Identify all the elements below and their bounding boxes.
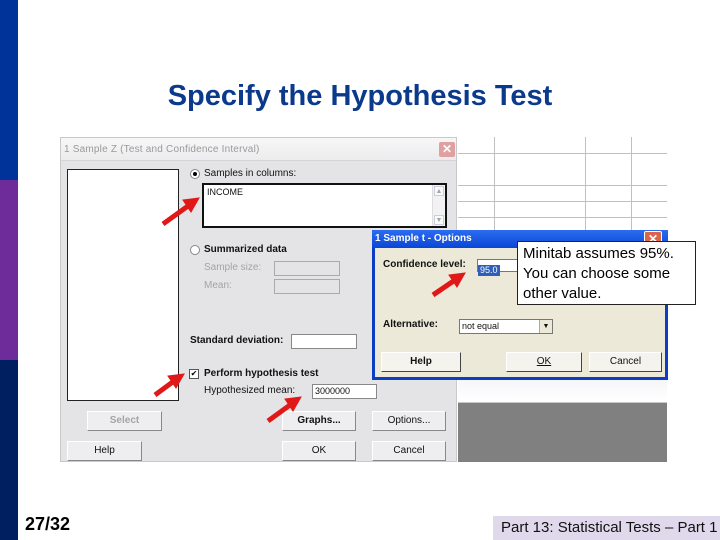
annotation-arrows [153, 197, 466, 424]
arrow-icon [153, 373, 185, 398]
arrow-icon [161, 197, 200, 227]
arrow-icon [266, 396, 302, 424]
slide-footer: Part 13: Statistical Tests – Part 1 [493, 516, 720, 540]
page-number: 27/32 [25, 514, 71, 534]
arrow-icon [431, 272, 466, 298]
